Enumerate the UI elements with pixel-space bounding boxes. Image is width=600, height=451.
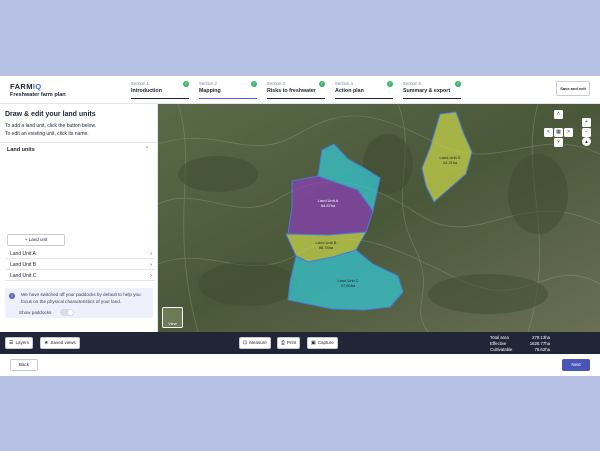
pan-down-button[interactable]: ˅ xyxy=(554,138,563,147)
instruction-edit: To edit an existing unit, click its name… xyxy=(5,130,89,137)
zoom-out-button[interactable]: − xyxy=(582,128,591,137)
next-button[interactable]: Next xyxy=(562,359,590,371)
print-button[interactable]: ⎙ Print xyxy=(277,337,301,349)
star-icon: ★ xyxy=(44,340,49,346)
chevron-right-icon: › xyxy=(150,251,152,257)
capture-button[interactable]: ▣ Capture xyxy=(307,337,338,349)
footer-nav: Back Next xyxy=(0,354,600,376)
land-unit-name: Land Unit B xyxy=(10,262,37,268)
pan-right-button[interactable]: ˃ xyxy=(564,128,573,137)
printer-icon: ⎙ xyxy=(281,340,286,346)
info-icon: i xyxy=(9,293,15,299)
stat-row: Cultivatable 76.62ha xyxy=(490,347,550,353)
chevron-up-icon: ⌃ xyxy=(144,146,149,152)
layers-icon: ☰ xyxy=(9,340,14,346)
check-icon: ✓ xyxy=(455,81,461,87)
pan-up-button[interactable]: ˄ xyxy=(554,110,563,119)
step-mapping[interactable]: Section 2 Mapping ✓ xyxy=(199,81,257,99)
panel-instructions: To add a land unit, click the button bel… xyxy=(5,123,155,138)
save-and-exit-button[interactable]: Save and exit xyxy=(556,81,590,96)
step-name: Action plan xyxy=(335,88,364,94)
map-label-line: 97.80ha xyxy=(341,283,356,288)
panel-title: Draw & edit your land units xyxy=(5,111,96,118)
camera-icon: ▣ xyxy=(311,340,316,346)
pan-left-button[interactable]: ˂ xyxy=(544,128,553,137)
zoom-in-button[interactable]: + xyxy=(582,118,591,127)
map-svg: Land Unit A 84.87ha Land Unit B 58.74ha La… xyxy=(158,104,600,332)
show-paddocks-label: Show paddocks xyxy=(19,310,52,315)
compass-icon[interactable]: ▲ xyxy=(582,137,591,146)
stat-label: Cultivatable xyxy=(490,346,513,352)
layers-label: Layers xyxy=(15,340,29,345)
basemap-view-toggle[interactable]: View xyxy=(162,307,183,328)
step-progress-bar xyxy=(403,97,461,99)
farmiq-logo: FARMIQ xyxy=(10,82,42,91)
land-unit-item-a[interactable]: Land Unit A › xyxy=(5,249,155,259)
measure-button[interactable]: ⊡ Measure xyxy=(239,337,271,349)
ruler-icon: ⊡ xyxy=(243,340,248,346)
land-unit-item-c[interactable]: Land Unit C › xyxy=(5,271,155,281)
saved-views-button[interactable]: ★ Saved views xyxy=(40,337,80,349)
map-toolbar: ☰ Layers ★ Saved views ⊡ Measure ⎙ Print ▣ Ca… xyxy=(0,332,600,354)
land-unit-name: Land Unit A xyxy=(10,251,36,257)
map-label-line: 84.87ha xyxy=(321,203,336,208)
step-action-plan[interactable]: Section 4 Action plan ✓ xyxy=(335,81,393,99)
measure-label: Measure xyxy=(249,340,267,345)
land-unit-item-b[interactable]: Land Unit B › xyxy=(5,260,155,270)
check-icon: ✓ xyxy=(251,81,257,87)
step-introduction[interactable]: Section 1 Introduction ✓ xyxy=(131,81,189,99)
recenter-button[interactable]: ▦ xyxy=(554,128,563,137)
instruction-add: To add a land unit, click the button bel… xyxy=(5,123,97,129)
map-label-line: 44.21ha xyxy=(443,160,458,165)
step-name: Introduction xyxy=(131,88,162,94)
check-icon: ✓ xyxy=(319,81,325,87)
land-units-panel: Draw & edit your land units To add a lan… xyxy=(0,104,158,332)
logo-main: FARM xyxy=(10,82,33,91)
land-unit-name: Land Unit C xyxy=(10,273,37,279)
logo-accent: IQ xyxy=(32,82,42,91)
chevron-right-icon: › xyxy=(150,262,152,268)
chevron-right-icon: › xyxy=(150,273,152,279)
add-land-unit-button[interactable]: + Land unit xyxy=(7,234,65,246)
section-label: Land units xyxy=(7,147,35,153)
step-number: Section 5 xyxy=(403,81,421,86)
view-label: View xyxy=(168,321,177,326)
stat-value: 76.62ha xyxy=(534,346,550,352)
saved-views-label: Saved views xyxy=(50,340,76,345)
top-header: FARMIQ Freshwater farm plan Section 1 In… xyxy=(0,76,600,104)
step-number: Section 3 xyxy=(267,81,285,86)
show-paddocks-toggle[interactable] xyxy=(60,309,74,316)
step-summary[interactable]: Section 5 Summary & export ✓ xyxy=(403,81,461,99)
step-number: Section 2 xyxy=(199,81,217,86)
step-number: Section 1 xyxy=(131,81,149,86)
print-label: Print xyxy=(287,340,297,345)
land-units-section-toggle[interactable]: Land units ⌃ xyxy=(0,142,157,156)
check-icon: ✓ xyxy=(387,81,393,87)
layers-button[interactable]: ☰ Layers xyxy=(5,337,33,349)
step-name: Mapping xyxy=(199,88,221,94)
step-name: Summary & export xyxy=(403,88,451,94)
plan-title: Freshwater farm plan xyxy=(10,92,66,98)
step-progress-bar xyxy=(131,97,189,99)
map-canvas[interactable]: Land Unit A 84.87ha Land Unit B 58.74ha La… xyxy=(158,104,600,332)
step-number: Section 4 xyxy=(335,81,353,86)
toggle-knob xyxy=(68,310,73,315)
add-land-unit-label: Land unit xyxy=(28,237,48,242)
info-text: We have switched off your paddocks by de… xyxy=(21,292,141,304)
back-button[interactable]: Back xyxy=(10,359,38,371)
plus-icon: + xyxy=(24,237,28,242)
step-progress-bar xyxy=(267,97,325,99)
area-stats: Total area 278.13ha Effective 1628.77ha Cu… xyxy=(490,335,550,352)
check-icon: ✓ xyxy=(183,81,189,87)
step-risks[interactable]: Section 3 Risks to freshwater ✓ xyxy=(267,81,325,99)
app-window: FARMIQ Freshwater farm plan Section 1 In… xyxy=(0,76,600,376)
step-name: Risks to freshwater xyxy=(267,88,316,94)
step-progress-bar xyxy=(335,97,393,99)
map-label-line: 58.74ha xyxy=(319,245,334,250)
capture-label: Capture xyxy=(317,340,334,345)
step-progress-bar xyxy=(199,97,257,99)
